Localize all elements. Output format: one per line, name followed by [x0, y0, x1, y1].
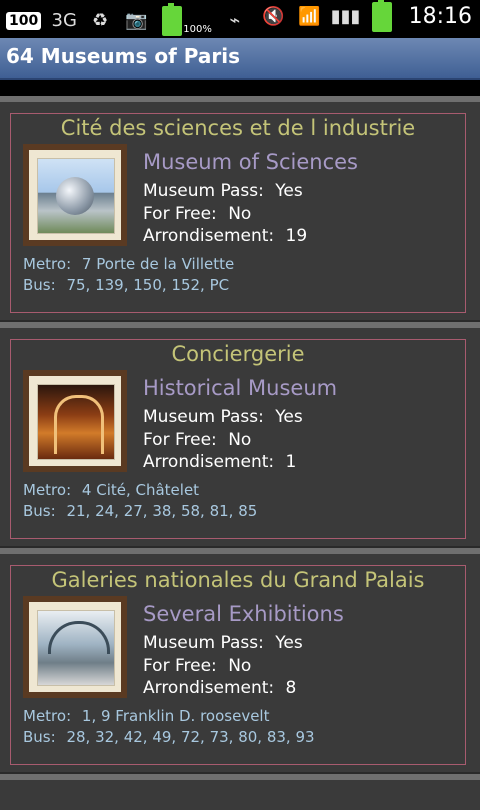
notification-badge: 100: [6, 11, 42, 30]
transport-info: Metro: 1, 9 Franklin D. roosevelt Bus: 2…: [23, 706, 315, 748]
bus-value: 28, 32, 42, 49, 72, 73, 80, 83, 93: [66, 728, 315, 746]
metro-label: Metro:: [23, 255, 72, 273]
metro-value: 7 Porte de la Villette: [81, 255, 235, 273]
museum-name: Conciergerie: [171, 342, 305, 366]
status-bar: 100 3G ♻ 📷 100% ⌁ 🔇 📶 ▮▮▮ 18:16: [0, 0, 480, 38]
metro-value: 4 Cité, Châtelet: [81, 481, 200, 499]
arrondissement-label: Arrondisement:: [143, 678, 275, 698]
for-free-row: For Free: No: [143, 203, 307, 226]
museum-info: Museum Pass: Yes For Free: No Arrondisem…: [143, 180, 307, 248]
usb-icon: ⌁: [229, 10, 241, 31]
for-free-value: No: [228, 203, 252, 224]
museum-thumbnail-mat: [29, 602, 121, 692]
arrondissement-label: Arrondisement:: [143, 226, 275, 246]
museum-pass-label: Museum Pass:: [143, 633, 264, 653]
for-free-value: No: [228, 655, 252, 676]
bus-value: 21, 24, 27, 38, 58, 81, 85: [66, 502, 258, 520]
arrondissement-row: Arrondisement: 8: [143, 677, 303, 700]
bus-row: Bus: 21, 24, 27, 38, 58, 81, 85: [23, 501, 257, 522]
battery-full-level: [371, 0, 392, 32]
bus-label: Bus:: [23, 728, 56, 746]
arrondissement-value: 19: [285, 226, 308, 246]
arrondissement-row: Arrondisement: 19: [143, 225, 307, 248]
museum-thumbnail-image: [37, 384, 115, 460]
museum-card[interactable]: Conciergerie Historical Museum Museum Pa…: [10, 339, 466, 539]
museum-pass-row: Museum Pass: Yes: [143, 632, 303, 655]
status-right: 🔇 📶 ▮▮▮ 18:16: [261, 0, 472, 32]
museum-category: Historical Museum: [143, 376, 338, 400]
museum-info: Museum Pass: Yes For Free: No Arrondisem…: [143, 406, 303, 474]
battery-full-icon: [369, 0, 395, 32]
museum-category: Several Exhibitions: [143, 602, 344, 626]
museum-thumbnail-image: [37, 610, 115, 686]
museum-pass-label: Museum Pass:: [143, 181, 264, 201]
arrondissement-label: Arrondisement:: [143, 452, 275, 472]
arrondissement-value: 8: [285, 678, 297, 698]
museum-thumbnail-image: [37, 158, 115, 234]
arrondissement-value: 1: [285, 452, 297, 472]
museum-card[interactable]: Cité des sciences et de l industrie Muse…: [10, 113, 466, 313]
museum-pass-label: Museum Pass:: [143, 407, 264, 427]
museum-thumbnail-mat: [29, 150, 121, 240]
mute-icon: 🔇: [262, 6, 285, 27]
battery-level: [162, 2, 183, 36]
status-time: 18:16: [408, 4, 472, 29]
museum-info: Museum Pass: Yes For Free: No Arrondisem…: [143, 632, 303, 700]
for-free-row: For Free: No: [143, 655, 303, 678]
museum-thumbnail-frame: [23, 144, 127, 246]
recycle-icon: ♻: [92, 10, 109, 31]
museum-list-item[interactable]: Cité des sciences et de l industrie Muse…: [0, 96, 480, 320]
museum-list-item[interactable]: Conciergerie Historical Museum Museum Pa…: [0, 322, 480, 546]
metro-label: Metro:: [23, 481, 72, 499]
arrondissement-row: Arrondisement: 1: [143, 451, 303, 474]
museum-pass-value: Yes: [275, 407, 303, 427]
bus-label: Bus:: [23, 276, 56, 294]
camera-icon: 📷: [125, 10, 148, 31]
for-free-label: For Free:: [143, 429, 217, 450]
battery-percent: 100%: [183, 24, 212, 35]
museum-pass-value: Yes: [275, 633, 303, 653]
wifi-icon: 📶: [298, 6, 321, 27]
museum-pass-row: Museum Pass: Yes: [143, 180, 307, 203]
for-free-value: No: [228, 429, 252, 450]
metro-row: Metro: 7 Porte de la Villette: [23, 254, 234, 275]
museum-thumbnail-frame: [23, 370, 127, 472]
for-free-row: For Free: No: [143, 429, 303, 452]
bus-row: Bus: 28, 32, 42, 49, 72, 73, 80, 83, 93: [23, 727, 315, 748]
app-title: 64 Museums of Paris: [6, 44, 240, 68]
battery-icon: [159, 2, 185, 36]
signal-icon: ▮▮▮: [330, 6, 361, 27]
app-title-bar: 64 Museums of Paris: [0, 38, 480, 80]
transport-info: Metro: 4 Cité, Châtelet Bus: 21, 24, 27,…: [23, 480, 257, 522]
metro-value: 1, 9 Franklin D. roosevelt: [81, 707, 270, 725]
museum-list-item-partial[interactable]: [0, 774, 480, 810]
3g-icon: 3G: [51, 10, 77, 31]
bus-label: Bus:: [23, 502, 56, 520]
status-left: 100 3G ♻ 📷 100% ⌁: [6, 2, 248, 36]
metro-row: Metro: 1, 9 Franklin D. roosevelt: [23, 706, 315, 727]
museum-thumbnail-mat: [29, 376, 121, 466]
museum-card[interactable]: Galeries nationales du Grand Palais Seve…: [10, 565, 466, 765]
museum-list-item[interactable]: Galeries nationales du Grand Palais Seve…: [0, 548, 480, 772]
metro-row: Metro: 4 Cité, Châtelet: [23, 480, 257, 501]
for-free-label: For Free:: [143, 203, 217, 224]
museum-name: Galeries nationales du Grand Palais: [51, 568, 425, 592]
bus-value: 75, 139, 150, 152, PC: [66, 276, 230, 294]
transport-info: Metro: 7 Porte de la Villette Bus: 75, 1…: [23, 254, 234, 296]
museum-name: Cité des sciences et de l industrie: [60, 116, 416, 140]
museum-pass-row: Museum Pass: Yes: [143, 406, 303, 429]
bus-row: Bus: 75, 139, 150, 152, PC: [23, 275, 234, 296]
museum-thumbnail-frame: [23, 596, 127, 698]
metro-label: Metro:: [23, 707, 72, 725]
museum-pass-value: Yes: [275, 181, 303, 201]
for-free-label: For Free:: [143, 655, 217, 676]
museum-category: Museum of Sciences: [143, 150, 358, 174]
